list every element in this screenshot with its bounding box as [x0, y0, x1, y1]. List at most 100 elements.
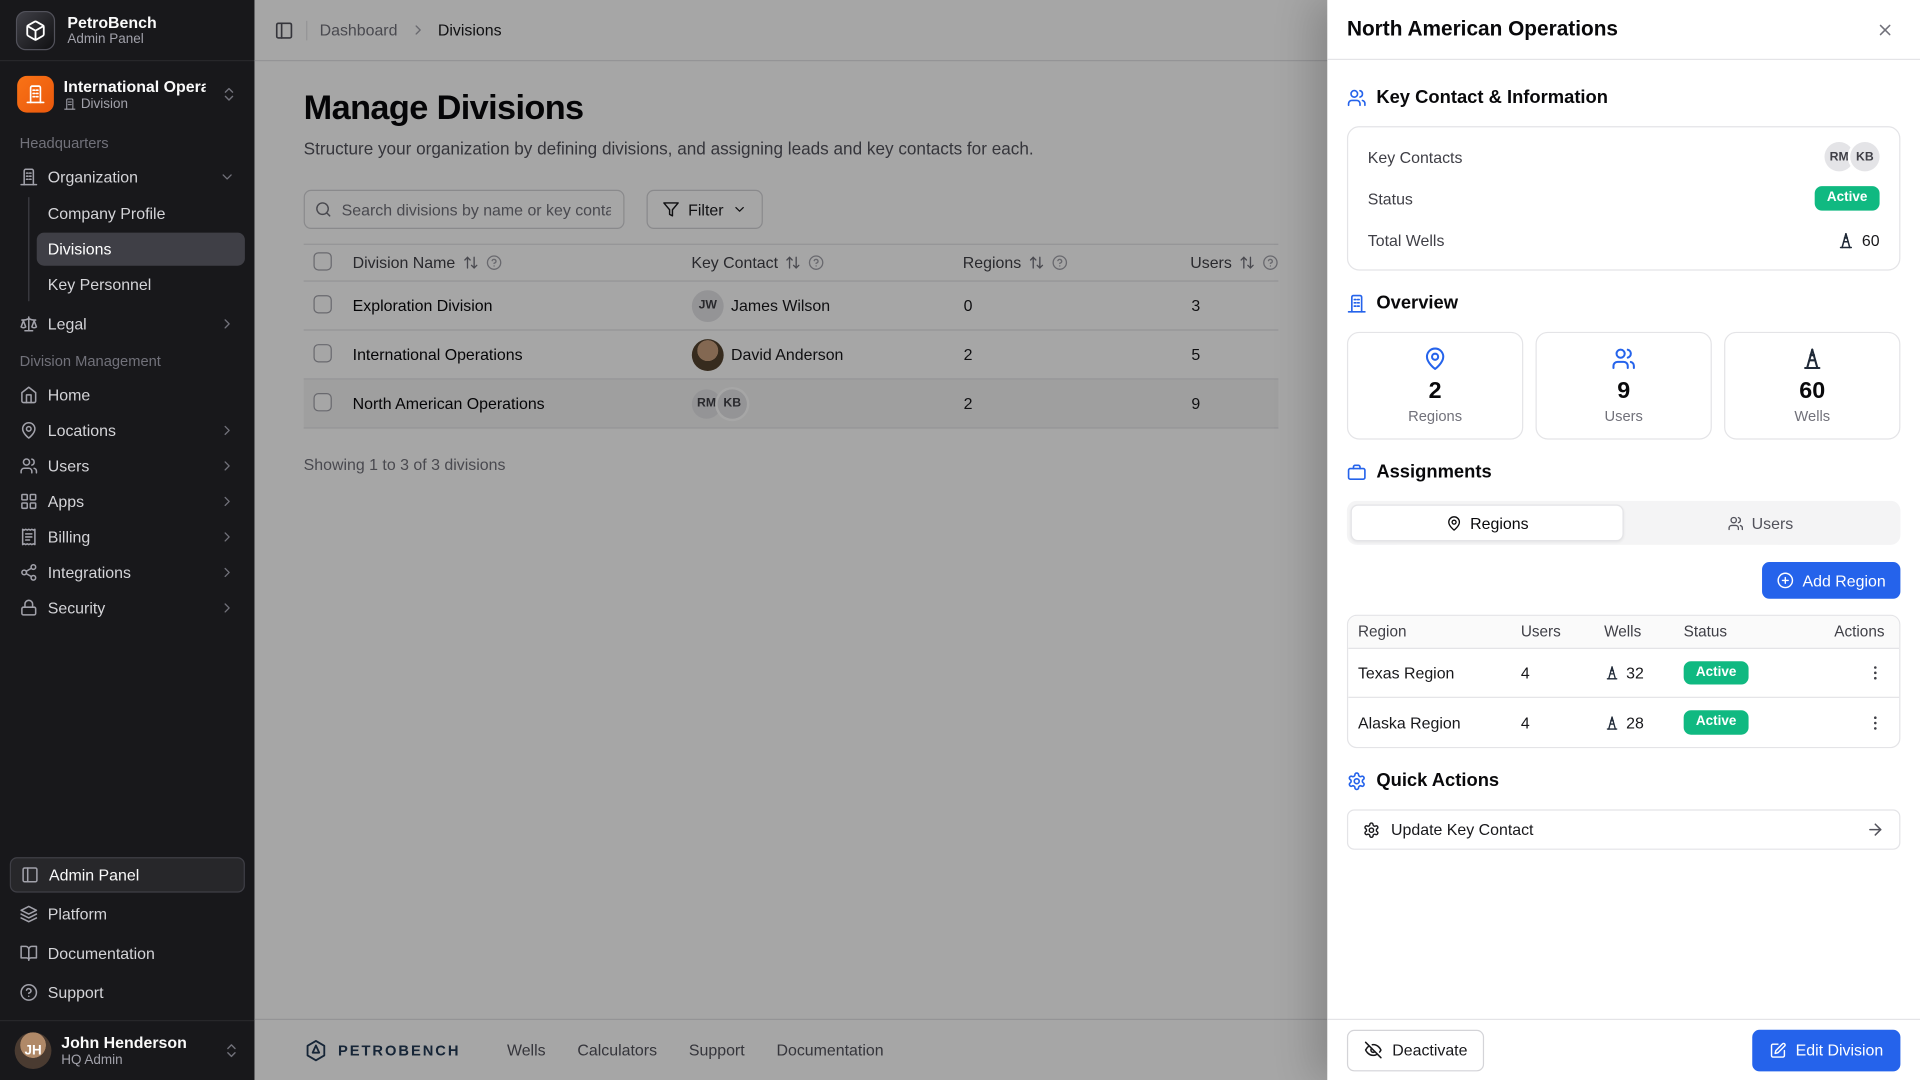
chevrons-up-down-icon	[223, 1042, 240, 1059]
region-row[interactable]: Alaska Region 4 28 Active	[1348, 698, 1899, 747]
sidebar-item-security[interactable]: Security	[10, 590, 245, 626]
item-label: Divisions	[48, 240, 112, 258]
eye-off-icon	[1364, 1041, 1382, 1059]
region-row[interactable]: Texas Region 4 32 Active	[1348, 649, 1899, 698]
item-label: Organization	[48, 168, 138, 186]
item-label: Integrations	[48, 563, 131, 581]
button-label: Deactivate	[1392, 1041, 1467, 1059]
sidebar-item-documentation[interactable]: Documentation	[10, 936, 245, 972]
brand-name: PetroBench	[67, 13, 156, 32]
sidebar-item-support[interactable]: Support	[10, 975, 245, 1011]
drawer-overlay[interactable]	[255, 0, 1328, 1080]
region-name: Alaska Region	[1348, 713, 1521, 731]
sidebar-item-locations[interactable]: Locations	[10, 413, 245, 449]
sidebar-item-home[interactable]: Home	[10, 377, 245, 413]
sidebar-item-company-profile[interactable]: Company Profile	[37, 197, 245, 230]
item-label: Documentation	[48, 944, 155, 962]
tab-regions[interactable]: Regions	[1351, 504, 1624, 541]
stat-value: 2	[1429, 378, 1442, 405]
deactivate-button[interactable]: Deactivate	[1347, 1029, 1485, 1071]
chevron-right-icon	[219, 529, 235, 545]
sidebar-item-admin-panel[interactable]: Admin Panel	[10, 857, 245, 893]
share-icon	[20, 563, 38, 581]
user-name: John Henderson	[61, 1034, 213, 1053]
map-pin-icon	[20, 421, 38, 439]
total-wells-row: Total Wells 60	[1368, 219, 1880, 261]
receipt-icon	[20, 528, 38, 546]
gear-icon	[1347, 771, 1367, 791]
region-users: 4	[1521, 713, 1604, 731]
org-switcher[interactable]: International Operations Division	[10, 70, 245, 119]
status-badge: Active	[1815, 186, 1880, 210]
building-icon	[64, 98, 76, 110]
section-label-headquarters: Headquarters	[10, 124, 245, 160]
sidebar-item-billing[interactable]: Billing	[10, 519, 245, 555]
close-icon	[1875, 20, 1893, 38]
user-menu[interactable]: JH John Henderson HQ Admin	[0, 1020, 255, 1080]
sidebar-item-platform[interactable]: Platform	[10, 896, 245, 932]
map-pin-icon	[1446, 515, 1462, 531]
sidebar-item-key-personnel[interactable]: Key Personnel	[37, 268, 245, 301]
derrick-icon	[1604, 665, 1620, 681]
chevron-right-icon	[219, 422, 235, 438]
stat-card-regions: 2 Regions	[1347, 332, 1523, 440]
row-label: Status	[1368, 189, 1413, 207]
item-label: Legal	[48, 315, 87, 333]
button-label: Update Key Contact	[1391, 820, 1533, 838]
item-label: Billing	[48, 528, 90, 546]
item-label: Home	[48, 386, 90, 404]
sidebar-item-organization[interactable]: Organization	[10, 159, 245, 195]
cube-icon	[24, 19, 46, 41]
lock-icon	[20, 599, 38, 617]
chevron-right-icon	[219, 600, 235, 616]
status-badge: Active	[1684, 710, 1749, 734]
add-region-row: Add Region	[1347, 562, 1900, 599]
status-badge: Active	[1684, 661, 1749, 685]
region-name: Texas Region	[1348, 664, 1521, 682]
derrick-icon	[1836, 231, 1854, 249]
section-heading: Assignments	[1376, 462, 1491, 483]
wells-value: 60	[1862, 231, 1880, 249]
help-circle-icon	[20, 983, 38, 1001]
close-button[interactable]	[1869, 13, 1901, 45]
region-wells: 32	[1626, 664, 1644, 682]
item-label: Security	[48, 599, 106, 617]
sidebar-item-apps[interactable]: Apps	[10, 484, 245, 520]
sidebar: PetroBench Admin Panel International Ope…	[0, 0, 255, 1080]
home-icon	[20, 386, 38, 404]
avatar: JH	[15, 1032, 52, 1069]
building-icon	[1347, 293, 1367, 313]
section-heading: Overview	[1376, 293, 1458, 314]
more-vertical-icon[interactable]	[1866, 664, 1884, 682]
contact-initials-chip: KB	[1850, 142, 1879, 171]
section-label-division-management: Division Management	[10, 342, 245, 378]
regions-table: Region Users Wells Status Actions Texas …	[1347, 615, 1900, 748]
drawer-header: North American Operations	[1327, 0, 1920, 60]
sidebar-item-users[interactable]: Users	[10, 448, 245, 484]
more-vertical-icon[interactable]	[1866, 713, 1884, 731]
section-key-contact: Key Contact & Information	[1347, 87, 1900, 108]
gear-icon	[1363, 821, 1380, 838]
tab-label: Regions	[1470, 514, 1528, 532]
edit-division-button[interactable]: Edit Division	[1753, 1029, 1901, 1071]
building-icon	[26, 84, 46, 104]
add-region-button[interactable]: Add Region	[1762, 562, 1900, 599]
update-key-contact-button[interactable]: Update Key Contact	[1347, 809, 1900, 849]
regions-table-header: Region Users Wells Status Actions	[1348, 616, 1899, 649]
sidebar-item-integrations[interactable]: Integrations	[10, 555, 245, 591]
stat-value: 60	[1799, 378, 1825, 405]
users-icon	[1347, 88, 1367, 108]
item-label: Company Profile	[48, 204, 166, 222]
users-icon	[1611, 347, 1635, 371]
sidebar-item-divisions[interactable]: Divisions	[37, 233, 245, 266]
chevron-right-icon	[219, 493, 235, 509]
status-row: Status Active	[1368, 178, 1880, 220]
org-type: Division	[64, 97, 211, 112]
edit-icon	[1770, 1041, 1787, 1058]
chevron-right-icon	[219, 564, 235, 580]
section-heading: Key Contact & Information	[1376, 87, 1608, 108]
tab-users[interactable]: Users	[1624, 504, 1897, 541]
brand: PetroBench Admin Panel	[0, 0, 255, 61]
sidebar-item-legal[interactable]: Legal	[10, 306, 245, 342]
brand-logo	[16, 10, 55, 49]
